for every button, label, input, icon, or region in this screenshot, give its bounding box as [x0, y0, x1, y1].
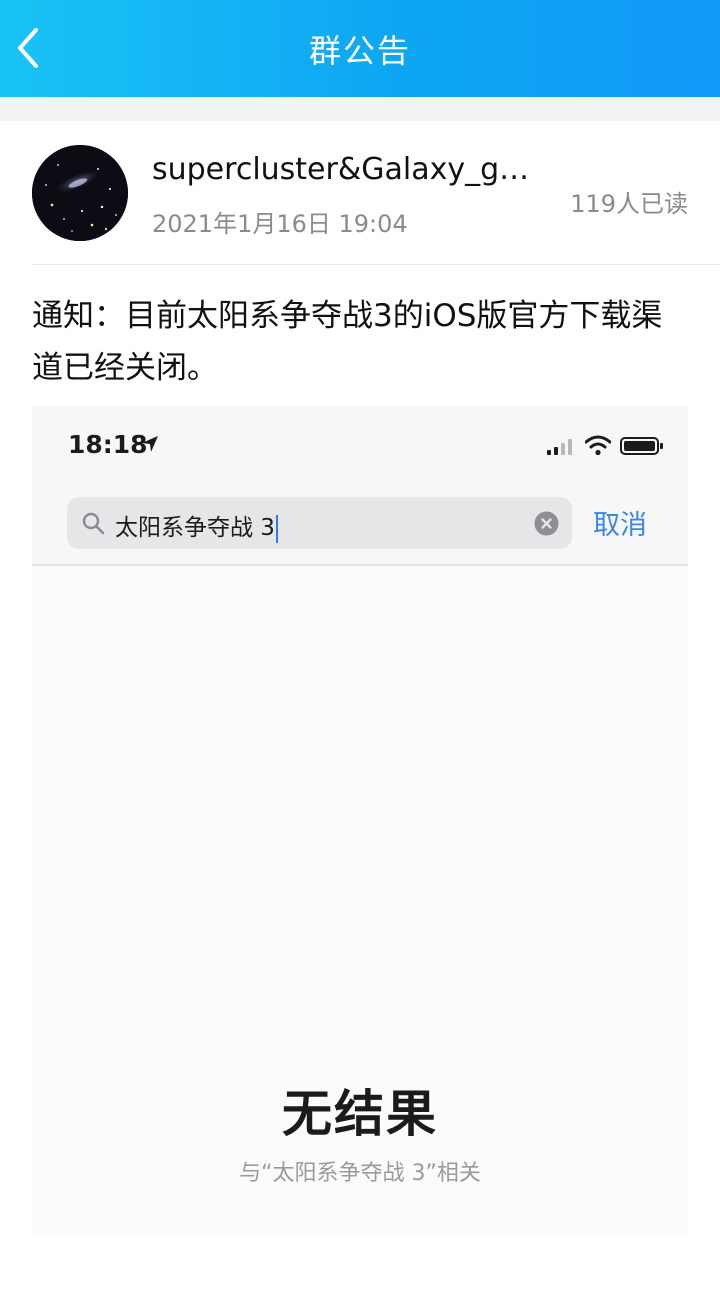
- search-query-value: 太阳系争夺战 3: [115, 515, 275, 541]
- divider: [32, 264, 720, 265]
- search-query-text: 太阳系争夺战 3: [115, 508, 278, 543]
- section-separator: [0, 97, 720, 121]
- post-timestamp: 2021年1月16日 19:04: [152, 210, 408, 238]
- text-cursor: [275, 514, 278, 543]
- search-icon: [82, 512, 105, 535]
- clear-circle-icon[interactable]: [534, 511, 559, 536]
- author-name[interactable]: supercluster&Galaxy_gr...: [152, 152, 532, 187]
- cellular-signal-icon: [547, 439, 572, 455]
- cancel-button[interactable]: 取消: [593, 503, 647, 542]
- top-navigation-bar: 群公告: [0, 0, 720, 97]
- no-results-title: 无结果: [282, 1085, 438, 1143]
- location-arrow-icon: [142, 436, 158, 452]
- announcement-text: 通知：目前太阳系争夺战3的iOS版官方下载渠道已经关闭。: [32, 298, 663, 386]
- attached-screenshot-image[interactable]: 18:18 太阳系争夺战 3 取消 无结果 与“太阳系争夺战 3”相关: [32, 406, 688, 1235]
- read-count[interactable]: 119人已读: [570, 184, 688, 219]
- search-bar-divider: [32, 564, 688, 566]
- page-title: 群公告: [308, 32, 411, 70]
- wifi-icon: [585, 435, 611, 456]
- search-field[interactable]: 太阳系争夺战 3: [67, 497, 572, 549]
- ios-header-area: 18:18 太阳系争夺战 3 取消: [32, 406, 688, 564]
- battery-icon: [620, 437, 663, 455]
- status-bar-time: 18:18: [68, 430, 148, 459]
- avatar[interactable]: [32, 145, 128, 241]
- galaxy-avatar-image: [32, 145, 128, 241]
- no-results-subtitle: 与“太阳系争夺战 3”相关: [239, 1161, 481, 1186]
